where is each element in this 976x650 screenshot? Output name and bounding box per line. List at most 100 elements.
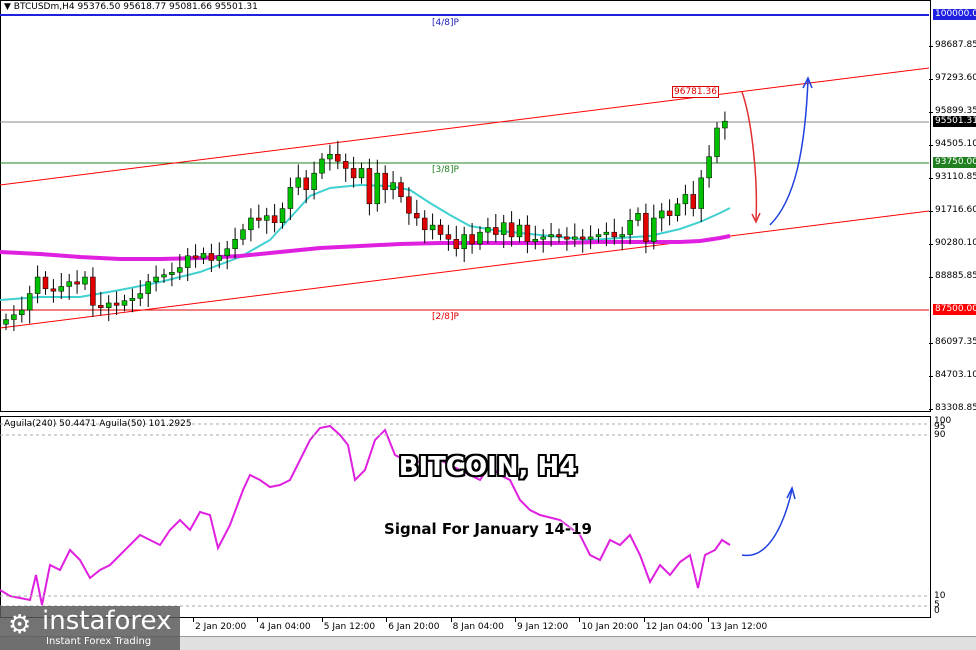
candle-bear <box>453 239 460 249</box>
instaforex-logo: ⚙ instaforex Instant Forex Trading <box>0 606 180 650</box>
price-axis-label: 90280.10 <box>935 238 976 249</box>
candle-bull <box>572 236 578 240</box>
candle-bear <box>271 215 278 223</box>
candle-bull <box>461 234 467 249</box>
candle-bull <box>635 213 641 221</box>
candlesticks <box>3 111 728 332</box>
candle-bear <box>508 222 515 238</box>
candle-bear <box>366 168 373 205</box>
price-tick <box>929 376 933 378</box>
candle-bear <box>350 168 357 179</box>
level-label-4-8: [4/8]P <box>432 18 459 28</box>
candle-bear <box>74 281 80 285</box>
candle-bear <box>643 213 649 242</box>
high-price-label: 96781.36 <box>672 86 719 98</box>
gear-logo-icon: ⚙ <box>8 610 32 640</box>
candle-bear <box>414 213 420 219</box>
up-arrow <box>769 79 809 226</box>
candle-bull <box>184 255 191 268</box>
price-tick <box>929 244 933 246</box>
time-axis-label: 13 Jan 12:00 <box>710 622 768 632</box>
price-tick <box>929 210 933 212</box>
candle-bull <box>374 172 381 205</box>
candle-bull <box>619 234 625 238</box>
time-tick <box>386 617 388 622</box>
candle-bear <box>342 161 349 169</box>
candle-bear <box>50 288 57 292</box>
level-label-3-8: [3/8]P <box>432 165 459 175</box>
candle-bear <box>303 177 309 190</box>
candle-bull <box>722 120 728 129</box>
price-tick <box>929 45 933 47</box>
price-tick <box>929 343 933 345</box>
candle-bull <box>279 208 286 223</box>
time-axis-label: 5 Jan 12:00 <box>323 622 376 632</box>
candle-bull <box>129 298 136 301</box>
candle-bear <box>524 224 531 242</box>
time-tick <box>708 617 710 622</box>
candle-bear <box>437 224 444 235</box>
candle-bear <box>382 172 388 190</box>
candle-bull <box>311 172 317 190</box>
ma-slow-line <box>0 234 731 261</box>
candle-bull <box>540 236 546 240</box>
price-axis-label: 86097.35 <box>935 337 976 348</box>
time-tick <box>193 617 194 622</box>
candle-bull <box>477 231 483 245</box>
candle-bull <box>706 156 712 179</box>
candle-bear <box>445 234 452 240</box>
candle-bear <box>192 255 199 259</box>
time-axis-label: 9 Jan 12:00 <box>517 622 569 632</box>
candle-bear <box>666 210 673 216</box>
tag-93750: 93750.00 <box>933 157 976 168</box>
candle-bear <box>493 227 499 235</box>
tag-100000: 100000.0 <box>933 9 976 20</box>
price-tick <box>929 111 933 113</box>
time-tick <box>515 617 516 622</box>
candle-bull <box>263 215 270 221</box>
overlay-title: BITCOIN, H4 <box>398 452 578 482</box>
candle-bull <box>595 234 602 238</box>
price-axis-label: 93110.85 <box>935 171 976 182</box>
candle-bear <box>398 182 404 198</box>
time-axis-label: 8 Jan 04:00 <box>452 622 504 632</box>
time-tick <box>321 617 323 622</box>
candle-bear <box>564 236 570 240</box>
candle-bull <box>200 253 207 259</box>
price-axis-label: 83308.85 <box>935 403 976 413</box>
tag-87500: 87500.00 <box>933 304 976 315</box>
candle-bull <box>390 182 396 190</box>
trading-chart-window: ▼ BTCUSDm,H4 95376.50 95618.77 95081.66 … <box>0 0 976 650</box>
tag-current-price: 95501.31 <box>933 116 976 127</box>
candle-bull <box>627 220 633 235</box>
candle-bull <box>500 222 507 235</box>
ind-axis-90: 90 <box>934 430 946 440</box>
candle-bull <box>19 309 25 316</box>
price-tick <box>929 277 933 279</box>
candle-bull <box>169 272 175 275</box>
price-tick <box>929 409 933 410</box>
candle-bull <box>327 154 333 160</box>
candle-bull <box>651 217 657 242</box>
channel-upper[interactable] <box>0 67 929 186</box>
candle-bull <box>3 319 9 325</box>
candle-bull <box>485 227 491 233</box>
price-axis-label: 94505.10 <box>935 138 976 149</box>
time-tick <box>450 617 452 622</box>
candle-bull <box>698 177 704 209</box>
candle-bull <box>121 300 128 306</box>
candle-bear <box>42 276 49 290</box>
candle-bull <box>429 224 436 231</box>
candle-bull <box>58 286 65 292</box>
candle-bull <box>603 231 610 235</box>
candle-bear <box>90 276 96 306</box>
candle-bull <box>532 239 539 242</box>
candle-bull <box>11 314 17 320</box>
candle-bull <box>295 177 302 188</box>
down-arrow <box>741 91 758 221</box>
price-tick <box>929 78 933 80</box>
candle-bull <box>82 276 88 285</box>
price-tick <box>929 144 933 146</box>
time-tick <box>643 617 645 622</box>
candle-bear <box>406 196 412 214</box>
